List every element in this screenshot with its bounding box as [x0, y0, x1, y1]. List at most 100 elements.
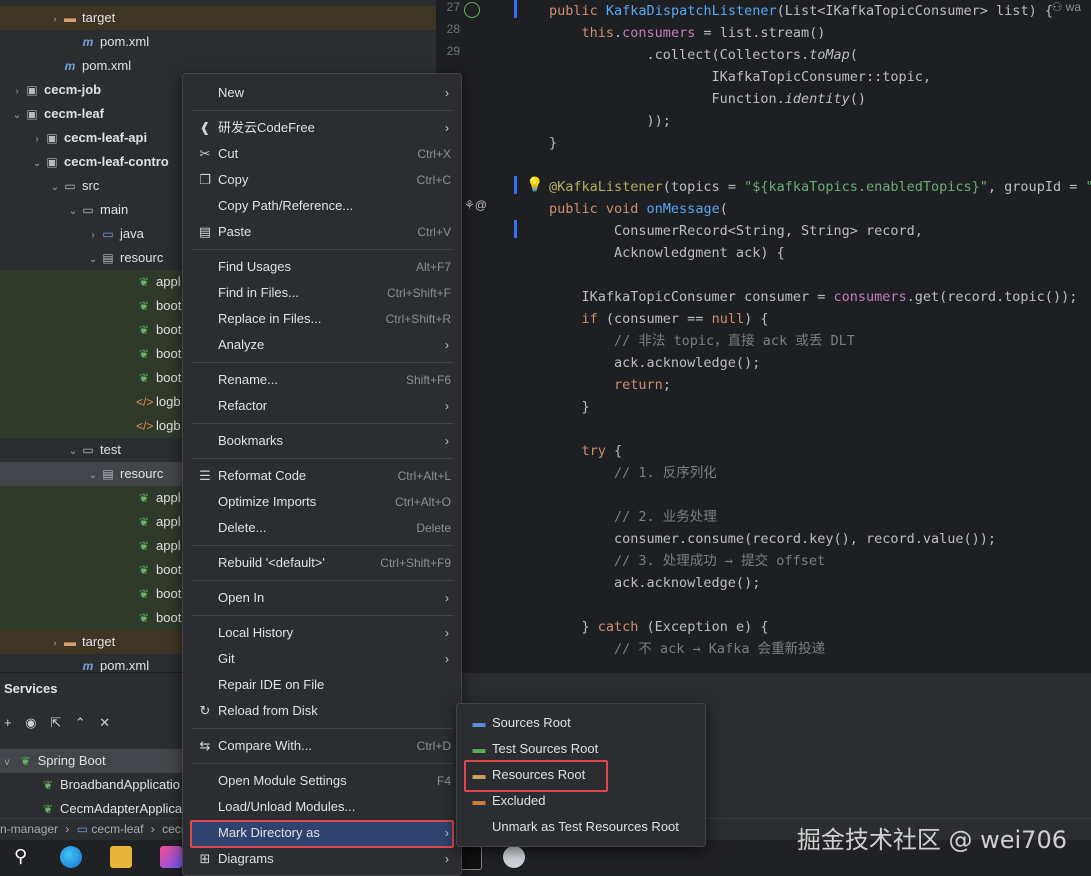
menu-item-label: Find Usages: [218, 259, 291, 274]
chevron-right-icon[interactable]: ›: [86, 224, 100, 248]
code-line[interactable]: .collect(Collectors.toMap(: [549, 44, 858, 66]
menu-item-bookmarks[interactable]: Bookmarks ›: [191, 428, 453, 454]
code-line[interactable]: @KafkaListener(topics = "${kafkaTopics.e…: [549, 176, 1091, 198]
code-line[interactable]: Acknowledgment ack) {: [549, 242, 785, 264]
menu-item-open-module-settings[interactable]: Open Module Settings F4: [191, 768, 453, 794]
menu-item-analyze[interactable]: Analyze ›: [191, 332, 453, 358]
service-item-spring-boot[interactable]: v ❦ Spring Boot: [0, 749, 185, 773]
breadcrumb-item[interactable]: n-manager: [0, 822, 58, 836]
menu-item-diagrams[interactable]: ⊞ Diagrams ›: [191, 846, 453, 872]
collapse-all-icon[interactable]: ✕: [99, 715, 110, 730]
submenu-item-label: Test Sources Root: [492, 741, 599, 756]
submenu-item-unmark-as-test-resources-root[interactable]: Unmark as Test Resources Root: [465, 814, 697, 840]
shortcut-hint: Ctrl+X: [417, 147, 451, 161]
menu-item-find-in-files[interactable]: Find in Files... Ctrl+Shift+F: [191, 280, 453, 306]
submenu-item-resources-root[interactable]: ▬ Resources Root: [465, 762, 697, 788]
chevron-down-icon[interactable]: ⌄: [66, 200, 80, 224]
code-line[interactable]: }: [549, 396, 590, 418]
author-inlay[interactable]: ⚇ wa: [1052, 0, 1081, 14]
code-line[interactable]: consumer.consume(record.key(), record.va…: [549, 528, 996, 550]
new-tab-icon[interactable]: ⇱: [50, 715, 61, 730]
menu-item-local-history[interactable]: Local History ›: [191, 620, 453, 646]
menu-item-codefree[interactable]: ❰ 研发云CodeFree ›: [191, 115, 453, 141]
code-line[interactable]: if (consumer == null) {: [549, 308, 769, 330]
tree-row-label: cecm-leaf-contro: [64, 154, 169, 169]
submenu-item-excluded[interactable]: ▬ Excluded: [465, 788, 697, 814]
chevron-down-icon[interactable]: ⌄: [66, 440, 80, 464]
code-line[interactable]: }: [549, 132, 557, 154]
code-line[interactable]: IKafkaTopicConsumer::topic,: [549, 66, 931, 88]
file-explorer-icon[interactable]: [110, 846, 132, 868]
menu-item-open-in[interactable]: Open In ›: [191, 585, 453, 611]
services-title: Services: [4, 681, 58, 696]
menu-item-copy[interactable]: ❐ Copy Ctrl+C: [191, 167, 453, 193]
add-service-button[interactable]: +: [4, 715, 12, 730]
menu-item-paste[interactable]: ▤ Paste Ctrl+V: [191, 219, 453, 245]
menu-item-refactor[interactable]: Refactor ›: [191, 393, 453, 419]
menu-item-new[interactable]: New ›: [191, 80, 453, 106]
chevron-down-icon[interactable]: ⌄: [30, 152, 44, 176]
edge-browser-icon[interactable]: [60, 846, 82, 868]
code-line[interactable]: this.consumers = list.stream(): [549, 22, 826, 44]
chevron-down-icon[interactable]: ⌄: [86, 464, 100, 488]
code-line[interactable]: try {: [549, 440, 623, 462]
menu-item-reformat-code[interactable]: ☰ Reformat Code Ctrl+Alt+L: [191, 463, 453, 489]
service-item[interactable]: ❦ BroadbandApplicatio: [40, 773, 180, 797]
menu-item-replace-in-files[interactable]: Replace in Files... Ctrl+Shift+R: [191, 306, 453, 332]
code-line[interactable]: // 不 ack → Kafka 会重新投递: [549, 638, 825, 660]
code-line[interactable]: ack.acknowledge();: [549, 572, 760, 594]
maven-icon: m: [64, 59, 76, 73]
chevron-down-icon[interactable]: ⌄: [86, 248, 100, 272]
code-line[interactable]: Function.identity(): [549, 88, 866, 110]
chevron-down-icon[interactable]: ⌄: [48, 176, 62, 200]
menu-item-optimize-imports[interactable]: Optimize Imports Ctrl+Alt+O: [191, 489, 453, 515]
menu-item-compare-with[interactable]: ⇆ Compare With... Ctrl+D: [191, 733, 453, 759]
code-line[interactable]: return;: [549, 374, 671, 396]
search-icon[interactable]: ⚲: [14, 846, 27, 867]
menu-item-git[interactable]: Git ›: [191, 646, 453, 672]
chevron-right-icon[interactable]: ›: [10, 80, 24, 104]
bulb-icon[interactable]: 💡: [526, 176, 543, 193]
implements-gutter-icon[interactable]: ⚘@: [464, 198, 487, 212]
menu-item-rebuild-default[interactable]: Rebuild '<default>' Ctrl+Shift+F9: [191, 550, 453, 576]
code-line[interactable]: ack.acknowledge();: [549, 352, 760, 374]
menu-item-find-usages[interactable]: Find Usages Alt+F7: [191, 254, 453, 280]
code-line[interactable]: ConsumerRecord<String, String> record,: [549, 220, 923, 242]
menu-item-delete[interactable]: Delete... Delete: [191, 515, 453, 541]
chevron-right-icon[interactable]: ›: [48, 632, 62, 656]
tree-row[interactable]: m pom.xml: [0, 30, 436, 54]
chevron-right-icon[interactable]: ›: [30, 128, 44, 152]
menu-item-copy-path-reference[interactable]: Copy Path/Reference...: [191, 193, 453, 219]
menu-item-load-unload-modules[interactable]: Load/Unload Modules...: [191, 794, 453, 820]
code-line[interactable]: ));: [549, 110, 671, 132]
eye-icon[interactable]: ◉: [25, 715, 36, 730]
code-line[interactable]: IKafkaTopicConsumer consumer = consumers…: [549, 286, 1078, 308]
code-line[interactable]: // 非法 topic，直接 ack 或丢 DLT: [549, 330, 855, 352]
code-line[interactable]: // 2. 业务处理: [549, 506, 717, 528]
submenu-item-test-sources-root[interactable]: ▬ Test Sources Root: [465, 736, 697, 762]
module-folder-icon: ▣: [46, 155, 58, 169]
chevron-right-icon[interactable]: ›: [48, 8, 62, 32]
menu-item-cut[interactable]: ✂ Cut Ctrl+X: [191, 141, 453, 167]
code-line[interactable]: } catch (Exception e) {: [549, 616, 769, 638]
menu-item-mark-directory-as[interactable]: Mark Directory as ›: [191, 820, 453, 846]
menu-item-reload-from-disk[interactable]: ↻ Reload from Disk: [191, 698, 453, 724]
menu-item-label: Open Module Settings: [218, 773, 347, 788]
code-line[interactable]: // 1. 反序列化: [549, 462, 717, 484]
expand-all-icon[interactable]: ⌃: [75, 715, 86, 730]
tree-row-label: boot: [156, 370, 182, 385]
chevron-down-icon[interactable]: ⌄: [10, 104, 24, 128]
menu-item-repair-ide-on-file[interactable]: Repair IDE on File: [191, 672, 453, 698]
tree-row-label: boot: [156, 586, 182, 601]
code-line[interactable]: // 3. 处理成功 → 提交 offset: [549, 550, 825, 572]
intellij-icon[interactable]: [160, 846, 182, 868]
code-line[interactable]: public void onMessage(: [549, 198, 728, 220]
code-editor[interactable]: 27 28 29 💡 ⚘@ ⚇ wa public KafkaDispatchL…: [436, 0, 1091, 668]
breadcrumb-item[interactable]: cecm-leaf: [91, 822, 143, 836]
tree-row[interactable]: › ▬ target: [0, 6, 436, 30]
spring-bean-gutter-icon[interactable]: [464, 2, 480, 18]
menu-item-rename[interactable]: Rename... Shift+F6: [191, 367, 453, 393]
submenu-item-sources-root[interactable]: ▬ Sources Root: [465, 710, 697, 736]
code-line[interactable]: public KafkaDispatchListener(List<IKafka…: [549, 0, 1053, 22]
app-icon[interactable]: [503, 846, 525, 868]
